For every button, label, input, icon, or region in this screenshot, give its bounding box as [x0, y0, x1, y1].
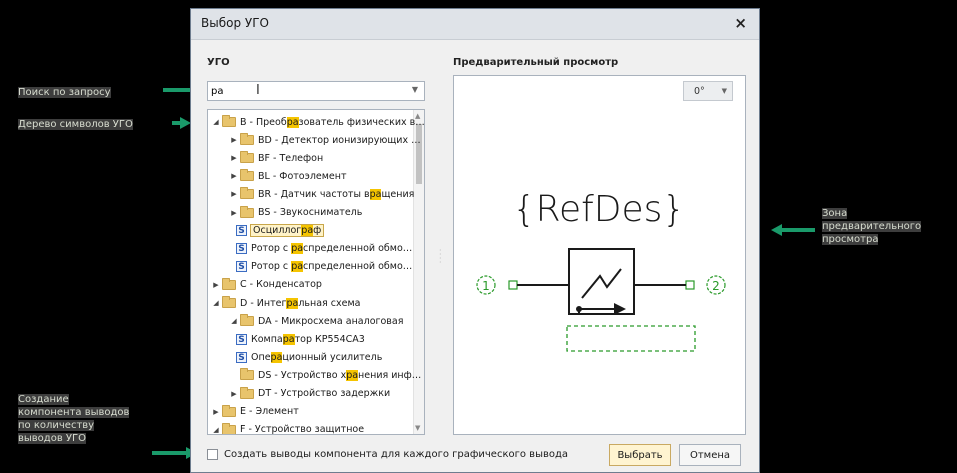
tree-item-label: B - Преобразователь физических ве... [240, 116, 425, 128]
folder-icon [240, 187, 254, 200]
tree-item-label: BS - Звукосниматель [258, 207, 363, 218]
pin-1-square [508, 280, 518, 290]
tree-item-label: BR - Датчик частоты вращения [258, 188, 415, 200]
folder-icon [240, 151, 254, 164]
select-ugo-dialog: Выбор УГО × УГО Предварительный просмотр… [190, 8, 760, 473]
panel-splitter[interactable]: · · · · [439, 247, 442, 267]
expand-closed-icon[interactable]: ▶ [230, 136, 238, 144]
tree-item[interactable]: ◢ B - Преобразователь физических ве... [212, 113, 425, 131]
folder-icon [222, 115, 236, 127]
expand-open-icon[interactable]: ◢ [212, 426, 220, 434]
expand-closed-icon[interactable]: ▶ [212, 408, 220, 416]
annotation-preview: Зона предварительного просмотра [822, 208, 922, 245]
tree-item[interactable]: ▶ DT - Устройство задержки [230, 385, 390, 403]
scroll-down-icon[interactable]: ▼ [415, 424, 420, 432]
tree-item[interactable]: ▶ C - Конденсатор [212, 276, 322, 294]
pin-2-square [685, 280, 695, 290]
symbol-icon: S [236, 333, 247, 345]
symbol-preview: {RefDes} 1 2 [476, 189, 726, 352]
tree-item[interactable]: ▶ BS - Звукосниматель [230, 204, 362, 222]
tree-item[interactable]: S Ротор с распределенной обмотко... [234, 240, 415, 258]
tree-item[interactable]: S Осциллограф [234, 222, 325, 240]
text-cursor-icon: I [256, 83, 260, 98]
folder-icon [222, 422, 236, 434]
annotation-tree: Дерево символов УГО [18, 119, 133, 130]
dialog-title: Выбор УГО [201, 16, 269, 30]
annotation-footer: Создание компонента выводов по количеству в… [18, 394, 130, 444]
expand-open-icon[interactable]: ◢ [230, 317, 238, 325]
tree-item-label: Компаратор КР554СА3 [251, 333, 365, 345]
tree-item[interactable]: ▶ E - Элемент [212, 403, 299, 421]
expand-closed-icon[interactable]: ▶ [230, 154, 238, 162]
symbol-icon: S [236, 243, 247, 255]
symbol-icon: S [236, 261, 247, 273]
tree-item-label: Операционный усилитель [251, 351, 383, 363]
tree-item-label: BF - Телефон [258, 152, 324, 164]
folder-icon [240, 169, 254, 182]
pin-1-label: 1 [482, 279, 490, 293]
tree-item-label: E - Элемент [240, 406, 299, 418]
ugo-tree[interactable]: ▲ ▼ ◢ B - Преобразователь физических ве..… [207, 109, 425, 435]
expand-open-icon[interactable]: ◢ [212, 118, 220, 126]
tree-item-label: BL - Фотоэлемент [258, 170, 347, 182]
tree-item[interactable]: S Компаратор КР554СА3 [234, 330, 365, 348]
preview-section-label: Предварительный просмотр [453, 57, 619, 68]
tree-item-label: C - Конденсатор [240, 279, 322, 291]
tree-item[interactable]: ▶ BL - Фотоэлемент [230, 167, 347, 185]
tree-item[interactable]: ▶ BR - Датчик частоты вращения [230, 185, 414, 203]
preview-panel: 0° ▼ {RefDes} 1 2 [453, 75, 746, 435]
tree-item-label: D - Интегральная схема [240, 297, 361, 309]
expand-open-icon[interactable]: ◢ [212, 299, 220, 307]
folder-icon [240, 314, 254, 327]
close-icon[interactable]: × [734, 14, 747, 32]
ugo-section-label: УГО [207, 57, 230, 68]
folder-icon [222, 404, 236, 417]
symbol-icon: S [236, 351, 247, 363]
tree-item-label: Осциллограф [249, 224, 325, 238]
symbol-body [568, 248, 635, 315]
expand-closed-icon[interactable]: ▶ [230, 209, 238, 217]
tree-item-label: DT - Устройство задержки [258, 388, 391, 399]
tree-item-label: DA - Микросхема аналоговая [258, 315, 404, 327]
select-button[interactable]: Выбрать [609, 444, 671, 466]
attribute-placeholder [566, 325, 696, 352]
expand-closed-icon[interactable]: ▶ [230, 390, 238, 398]
tree-item-label: BD - Детектор ионизирующих из... [258, 134, 425, 146]
search-input[interactable] [211, 83, 401, 99]
tree-item[interactable]: ▶ BF - Телефон [230, 149, 323, 167]
tree-item-label: Ротор с распределенной обмотко... [251, 261, 415, 273]
expand-closed-icon[interactable]: ▶ [230, 172, 238, 180]
create-pins-label: Создать выводы компонента для каждого гр… [224, 449, 569, 460]
tree-item[interactable]: S Операционный усилитель [234, 348, 382, 366]
refdes-label: {RefDes} [513, 189, 686, 230]
search-field[interactable]: I ▼ [207, 81, 425, 101]
title-bar: Выбор УГО × [191, 9, 759, 40]
folder-icon [222, 277, 236, 290]
create-pins-checkbox[interactable]: Создать выводы компонента для каждого гр… [207, 449, 568, 460]
tree-item[interactable]: ◢ DA - Микросхема аналоговая [230, 312, 403, 330]
tree-item-label: DS - Устройство хранения инфор... [258, 369, 424, 381]
chevron-down-icon[interactable]: ▼ [412, 85, 418, 94]
tree-item[interactable]: S Ротор с распределенной обмотко... [234, 258, 415, 276]
annotation-search: Поиск по запросу [18, 87, 111, 98]
tree-item[interactable]: DS - Устройство хранения инфор... [230, 366, 424, 384]
folder-icon [240, 368, 254, 381]
checkbox-box[interactable] [207, 449, 218, 460]
expand-closed-icon[interactable]: ▶ [230, 190, 238, 198]
arrow-preview-head [771, 224, 782, 236]
folder-icon [240, 133, 254, 146]
symbol-icon: S [236, 225, 247, 237]
expand-closed-icon[interactable]: ▶ [212, 281, 220, 289]
folder-icon [222, 296, 236, 308]
tree-item[interactable]: ▶ BD - Детектор ионизирующих из... [230, 131, 425, 149]
folder-icon [240, 205, 254, 218]
pin-2-label: 2 [712, 279, 720, 293]
tree-item[interactable]: ◢ F - Устройство защитное [212, 421, 365, 435]
tree-item[interactable]: ◢ D - Интегральная схема [212, 294, 360, 312]
tree-item-label: F - Устройство защитное [240, 424, 365, 435]
folder-icon [240, 386, 254, 399]
tree-item-label: Ротор с распределенной обмотко... [251, 243, 415, 255]
cancel-button[interactable]: Отмена [679, 444, 741, 466]
